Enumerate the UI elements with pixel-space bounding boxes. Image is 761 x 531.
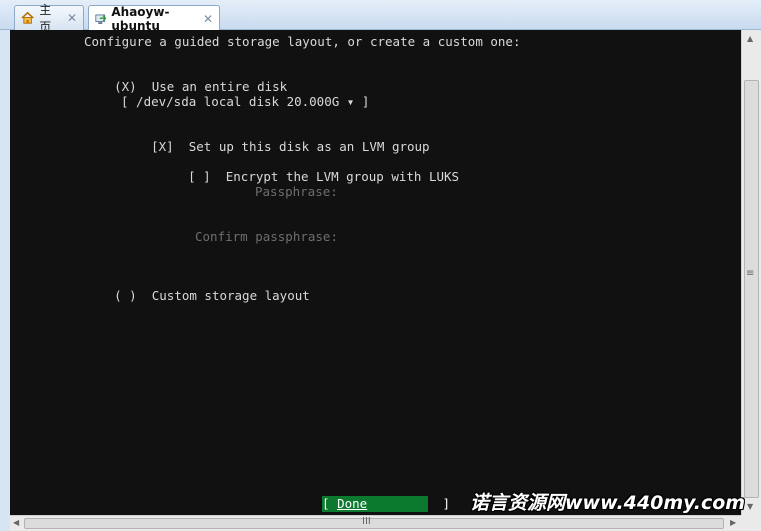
grip-icon: III xyxy=(362,516,371,527)
scroll-down-icon[interactable]: ▼ xyxy=(747,502,753,511)
horizontal-scrollbar[interactable]: ◀ III ▶ xyxy=(10,515,741,531)
close-icon[interactable]: ✕ xyxy=(67,11,77,25)
installer-console[interactable]: Configure a guided storage layout, or cr… xyxy=(10,30,741,515)
confirm-passphrase-label: Confirm passphrase: xyxy=(195,229,338,244)
close-icon[interactable]: ✕ xyxy=(203,12,213,26)
horizontal-scroll-thumb[interactable] xyxy=(24,518,724,529)
checkbox-marker: [X] xyxy=(151,139,174,154)
done-close: ] xyxy=(442,496,450,511)
vm-icon xyxy=(95,14,107,24)
radio-marker: ( ) xyxy=(114,288,137,303)
tab-bar: 主页 ✕ Ahaoyw-ubuntu ✕ xyxy=(0,0,761,34)
tab-vm[interactable]: Ahaoyw-ubuntu ✕ xyxy=(88,4,220,33)
grip-icon: ≡ xyxy=(746,268,755,279)
tab-vm-label: Ahaoyw-ubuntu xyxy=(111,4,170,33)
done-open: [ xyxy=(322,496,338,511)
radio-custom-layout[interactable]: ( ) Custom storage layout xyxy=(84,273,310,318)
tab-home[interactable]: 主页 ✕ xyxy=(14,3,84,34)
watermark: 诺言资源网www.440my.com xyxy=(470,492,746,514)
scroll-right-icon[interactable]: ▶ xyxy=(730,518,736,527)
passphrase-label: Passphrase: xyxy=(255,184,338,199)
radio-label: Custom storage layout xyxy=(151,288,310,303)
vertical-scroll-thumb[interactable] xyxy=(744,80,759,498)
vertical-scrollbar[interactable]: ▲ ≡ ▼ xyxy=(741,30,761,515)
home-icon xyxy=(21,11,34,24)
scroll-corner xyxy=(741,515,761,531)
disk-select[interactable]: [ /dev/sda local disk 20.000G ▾ ] xyxy=(121,94,369,109)
left-margin xyxy=(0,30,10,531)
radio-label: Use an entire disk xyxy=(151,79,288,94)
done-button[interactable]: [ Done ] xyxy=(322,496,450,512)
radio-marker: (X) xyxy=(114,79,137,94)
checkbox-marker: [ ] xyxy=(188,169,211,184)
checkbox-label: Set up this disk as an LVM group xyxy=(188,139,430,154)
heading: Configure a guided storage layout, or cr… xyxy=(84,34,521,49)
scroll-left-icon[interactable]: ◀ xyxy=(13,518,19,527)
done-label: Done xyxy=(337,496,368,511)
scroll-up-icon[interactable]: ▲ xyxy=(747,34,753,43)
checkbox-label: Encrypt the LVM group with LUKS xyxy=(225,169,460,184)
